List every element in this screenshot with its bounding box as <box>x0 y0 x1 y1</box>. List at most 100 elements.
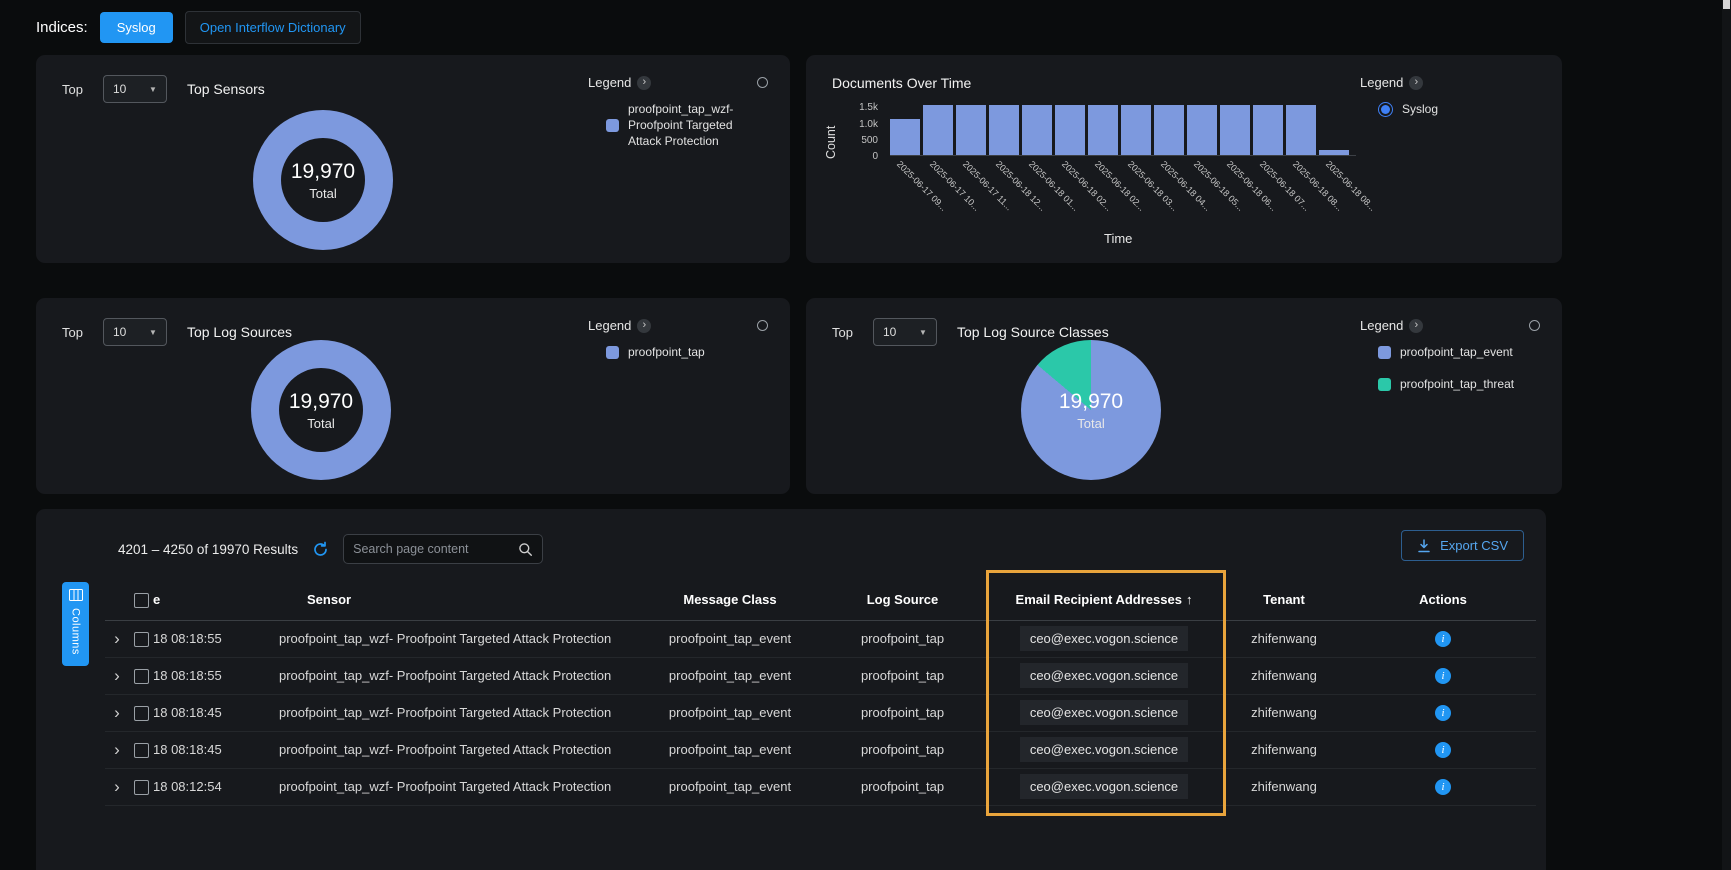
indices-bar: Indices: Syslog Open Interflow Dictionar… <box>0 0 1731 46</box>
bar: 2025-06-17 10... <box>923 101 953 155</box>
bar: 2025-06-18 08... <box>1286 101 1316 155</box>
page-scrollbar[interactable] <box>1722 0 1731 870</box>
header-message-class[interactable]: Message Class <box>645 580 815 620</box>
panel-head: Top 10 ▼ Top Log Source Classes <box>832 318 1109 346</box>
bar-y-tick-label: 0 <box>844 151 878 162</box>
scrollbar-thumb[interactable] <box>1723 0 1730 9</box>
legend-toggle[interactable]: Legend <box>588 75 651 90</box>
legend-label: Legend <box>1360 75 1403 90</box>
row-checkbox[interactable] <box>134 632 149 647</box>
cell-log-source: proofpoint_tap <box>815 731 990 768</box>
bar: 2025-06-18 02... <box>1055 101 1085 155</box>
table-wrap: e Sensor Message Class Log Source Email … <box>105 580 1536 806</box>
bar-rect <box>1154 105 1184 155</box>
cell-time: 18 08:18:45 <box>153 694 271 731</box>
top-count-dropdown[interactable]: 10 ▼ <box>103 75 167 103</box>
bar-y-tick-label: 500 <box>844 135 878 146</box>
export-csv-button[interactable]: Export CSV <box>1401 530 1524 561</box>
cell-sensor: proofpoint_tap_wzf- Proofpoint Targeted … <box>271 694 645 731</box>
bar-y-tick-label: 1.5k <box>844 102 878 113</box>
row-expand-icon[interactable] <box>114 630 120 647</box>
table-row[interactable]: 18 08:18:55 proofpoint_tap_wzf- Proofpoi… <box>105 620 1536 657</box>
info-icon[interactable] <box>1435 668 1451 684</box>
dropdown-caret-icon: ▼ <box>149 85 157 94</box>
legend-item[interactable]: proofpoint_tap_wzf- Proofpoint Targeted … <box>606 101 768 150</box>
table-row[interactable]: 18 08:18:45 proofpoint_tap_wzf- Proofpoi… <box>105 694 1536 731</box>
columns-button[interactable]: Columns <box>62 582 89 666</box>
top-sensors-donut-chart[interactable]: 19,970 Total <box>253 110 393 250</box>
top-label: Top <box>62 325 83 340</box>
cell-log-source: proofpoint_tap <box>815 657 990 694</box>
legend-toggle[interactable]: Legend <box>1360 75 1423 90</box>
info-icon[interactable] <box>1435 742 1451 758</box>
cell-sensor: proofpoint_tap_wzf- Proofpoint Targeted … <box>271 731 645 768</box>
results-table: e Sensor Message Class Log Source Email … <box>105 580 1536 806</box>
top-log-source-classes-pie-chart[interactable]: 19,970 Total <box>1021 340 1161 480</box>
legend-toggle[interactable]: Legend <box>588 318 651 333</box>
legend-item[interactable]: Syslog <box>1378 101 1540 117</box>
radio-dot <box>1381 105 1390 114</box>
row-expand-icon[interactable] <box>114 778 120 795</box>
legend-item[interactable]: proofpoint_tap <box>606 344 768 360</box>
row-checkbox[interactable] <box>134 743 149 758</box>
panel-circle-icon[interactable] <box>1529 320 1540 331</box>
header-sensor[interactable]: Sensor <box>271 580 645 620</box>
legend-toggle[interactable]: Legend <box>1360 318 1423 333</box>
legend-item-label: proofpoint_tap <box>628 344 705 360</box>
header-actions: Actions <box>1350 580 1536 620</box>
row-expand-icon[interactable] <box>114 741 120 758</box>
table-row[interactable]: 18 08:12:54 proofpoint_tap_wzf- Proofpoi… <box>105 768 1536 805</box>
download-icon <box>1417 539 1431 553</box>
cell-tenant: zhifenwang <box>1218 731 1350 768</box>
refresh-button[interactable] <box>312 541 329 558</box>
info-icon[interactable] <box>1435 631 1451 647</box>
legend-arrow-icon <box>637 319 651 333</box>
legend-head: Legend <box>1360 75 1540 90</box>
legend-items: proofpoint_tap_event proofpoint_tap_thre… <box>1360 344 1540 392</box>
legend-swatch-icon <box>606 119 619 132</box>
documents-over-time-bar-chart[interactable]: 2025-06-17 09...2025-06-17 10...2025-06-… <box>890 101 1356 156</box>
top-count-dropdown[interactable]: 10 ▼ <box>103 318 167 346</box>
bar-rect <box>1055 105 1085 155</box>
cell-sensor: proofpoint_tap_wzf- Proofpoint Targeted … <box>271 620 645 657</box>
bar: 2025-06-18 08... <box>1319 101 1349 155</box>
header-email-recipient-addresses[interactable]: Email Recipient Addresses↑ <box>990 580 1218 620</box>
panel-head: Documents Over Time <box>832 75 971 91</box>
table-row[interactable]: 18 08:18:45 proofpoint_tap_wzf- Proofpoi… <box>105 731 1536 768</box>
cell-email: ceo@exec.vogon.science <box>1020 700 1188 725</box>
row-checkbox[interactable] <box>134 780 149 795</box>
bar-rect <box>1121 105 1151 155</box>
row-checkbox[interactable] <box>134 706 149 721</box>
header-tenant[interactable]: Tenant <box>1218 580 1350 620</box>
bar-rect <box>1088 105 1118 155</box>
table-row[interactable]: 18 08:18:55 proofpoint_tap_wzf- Proofpoi… <box>105 657 1536 694</box>
header-time[interactable]: e <box>153 580 271 620</box>
legend-item[interactable]: proofpoint_tap_event <box>1378 344 1540 360</box>
search-input[interactable] <box>353 542 518 556</box>
legend-item[interactable]: proofpoint_tap_threat <box>1378 376 1540 392</box>
table-header-row: e Sensor Message Class Log Source Email … <box>105 580 1536 620</box>
top-log-sources-donut-chart[interactable]: 19,970 Total <box>251 340 391 480</box>
dashboard-screen: Indices: Syslog Open Interflow Dictionar… <box>0 0 1731 870</box>
header-log-source[interactable]: Log Source <box>815 580 990 620</box>
info-icon[interactable] <box>1435 705 1451 721</box>
top-count-dropdown[interactable]: 10 ▼ <box>873 318 937 346</box>
panel-circle-icon[interactable] <box>757 77 768 88</box>
row-expand-icon[interactable] <box>114 704 120 721</box>
bar-rect <box>1220 105 1250 155</box>
results-table-panel: 4201 – 4250 of 19970 Results Export CSV … <box>36 509 1546 870</box>
indices-label: Indices: <box>36 19 88 36</box>
syslog-index-button[interactable]: Syslog <box>100 12 173 43</box>
row-expand-icon[interactable] <box>114 667 120 684</box>
panel-circle-icon[interactable] <box>757 320 768 331</box>
cell-sensor: proofpoint_tap_wzf- Proofpoint Targeted … <box>271 657 645 694</box>
legend: Legend proofpoint_tap_event proofpoint_t… <box>1360 318 1540 392</box>
select-all-checkbox[interactable] <box>134 593 149 608</box>
open-interflow-dictionary-button[interactable]: Open Interflow Dictionary <box>185 11 361 44</box>
bar-y-tick-label: 1.0k <box>844 119 878 130</box>
legend-label: Legend <box>1360 318 1403 333</box>
info-icon[interactable] <box>1435 779 1451 795</box>
search-box <box>343 534 543 564</box>
legend-head: Legend <box>1360 318 1540 333</box>
row-checkbox[interactable] <box>134 669 149 684</box>
